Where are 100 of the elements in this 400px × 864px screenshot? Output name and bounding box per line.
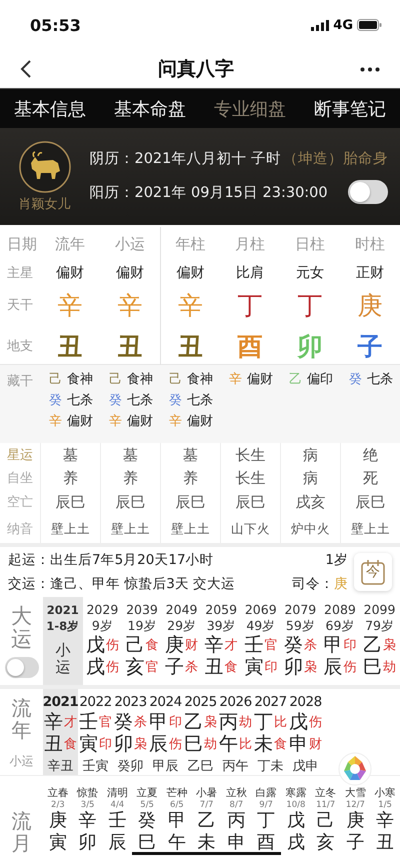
lunar-date: 阴历：2021年八月初十 子时: [89, 150, 281, 168]
branch-char: 辰: [108, 832, 126, 854]
heavenly-stem: 辛: [58, 290, 82, 322]
back-icon[interactable]: [20, 59, 32, 79]
year-column[interactable]: 2021 辛才 丑食 辛丑: [43, 689, 78, 775]
toggle-switch[interactable]: [4, 657, 38, 678]
network-label: 4G: [333, 18, 353, 32]
stem-char: 己: [125, 633, 144, 657]
branch-char: 子: [165, 655, 184, 680]
stem-char: 壬: [108, 810, 126, 832]
tab[interactable]: 专业细盘: [212, 92, 288, 124]
hidden-stem: 辛: [169, 413, 182, 430]
ten-god-mark: 财: [309, 736, 322, 753]
ten-god-label: 七杀: [67, 392, 93, 409]
year-column[interactable]: 2027 丁比 未食 丁未: [253, 689, 288, 775]
period-year: 2059: [205, 602, 238, 618]
ten-god-mark: 伤: [106, 659, 119, 676]
stem-char: 庚: [48, 810, 67, 832]
hidden-stem: 癸: [169, 392, 182, 409]
ten-god-mark: 才: [224, 637, 238, 654]
year-label: 2022: [79, 693, 112, 711]
term-date: 7/7: [200, 800, 214, 810]
year-column[interactable]: 2028 戊伤 申 财 戊申: [288, 689, 323, 775]
clock-time: 05:53: [30, 16, 81, 34]
age-label: 1岁: [325, 551, 348, 569]
nayin-element: 炉中火: [291, 520, 330, 538]
year-column[interactable]: 2022 壬官 寅印 壬寅: [78, 689, 113, 775]
branch-char: 辰: [323, 655, 342, 680]
luck-period[interactable]: 2069 49岁 壬官 寅印: [240, 597, 281, 685]
stem-char: 癸: [138, 810, 156, 832]
term-date: 4/4: [110, 800, 124, 810]
more-icon[interactable]: [360, 66, 380, 72]
luck-period[interactable]: 2021 1-8岁 小运: [43, 597, 83, 685]
ten-god-label: 七杀: [187, 392, 213, 409]
section-label: 流年: [12, 697, 32, 741]
star-fortune: 墓: [123, 446, 138, 464]
year-column[interactable]: 2026 丙劫 午比 丙午: [218, 689, 253, 775]
tab[interactable]: 断事笔记: [312, 92, 388, 124]
year-label: 2025: [184, 693, 217, 711]
minor-luck-label: 小运: [55, 642, 70, 676]
ten-god-mark: 财: [185, 637, 198, 654]
column-heading: 年柱: [176, 234, 206, 254]
branch-char: 申: [227, 832, 246, 854]
heavenly-stem: 丁: [298, 290, 322, 322]
ox-avatar-icon[interactable]: [18, 140, 71, 192]
branch-char: 丑: [44, 732, 63, 757]
ten-god-mark: 官: [145, 659, 158, 676]
luck-period[interactable]: 2099 79岁 乙 枭 巳劫: [360, 597, 400, 685]
tab[interactable]: 基本信息: [12, 92, 88, 124]
row-label: 小运: [10, 753, 34, 770]
ten-god-label: 七杀: [127, 392, 153, 409]
branch-char: 戌: [286, 832, 305, 854]
hidden-stem: 乙: [289, 371, 302, 388]
row-label: 主星: [7, 265, 33, 282]
star-fortune: 长生: [236, 446, 266, 464]
luck-period[interactable]: 2089 69岁 甲 印 辰伤: [320, 597, 360, 685]
year-column[interactable]: 2025 乙 枭 巳劫 乙巳: [183, 689, 218, 775]
ten-god-mark: 劫: [204, 736, 217, 753]
stem-char: 乙: [363, 633, 382, 658]
solar-date: 阳历：2021年 09月15日 23:30:00: [89, 184, 328, 202]
earthly-branch: 丑: [118, 330, 142, 362]
year-column[interactable]: 2024 甲 印 辰伤 甲辰: [148, 689, 183, 775]
earthly-branch: 丑: [178, 330, 203, 362]
void-branches: 辰巳: [56, 492, 86, 512]
luck-period[interactable]: 2039 19岁 己 食 亥官: [122, 597, 162, 685]
year-column[interactable]: 2023 癸杀 卯 枭 癸卯: [113, 689, 148, 775]
luck-period[interactable]: 2059 39岁 辛才 丑食: [201, 597, 241, 685]
avatar-caption: 肖颖女儿: [18, 196, 71, 212]
stem-char: 戊: [86, 633, 105, 657]
solar-term: 惊蛰: [77, 786, 98, 800]
branch-char: 未: [254, 732, 273, 757]
ten-god-mark: 印: [343, 637, 356, 654]
branch-char: 申: [289, 732, 308, 757]
luck-period[interactable]: 2029 9岁 戊伤 戌伤: [82, 597, 122, 685]
today-button[interactable]: 今: [354, 553, 392, 591]
branch-char: 丑: [204, 655, 224, 680]
luck-period[interactable]: 2079 59岁 癸杀 卯 枭: [280, 597, 320, 685]
aperture-icon[interactable]: [338, 752, 372, 786]
stem-char: 乙: [198, 810, 216, 832]
year-label: 2024: [149, 693, 182, 711]
tab[interactable]: 基本命盘: [112, 92, 188, 124]
stem-char: 丙: [219, 710, 238, 734]
period-age: 9岁: [92, 618, 113, 634]
minor-luck-pillar: 甲辰: [152, 758, 178, 775]
period-year: 2079: [284, 602, 316, 618]
stem-char: 甲: [323, 633, 342, 658]
period-age: 69岁: [326, 618, 354, 634]
ten-god-label: 偏财: [67, 413, 93, 430]
self-seat: 长生: [236, 468, 266, 488]
signal-icon: [311, 20, 330, 30]
void-branches: 辰巳: [116, 492, 146, 512]
nayin-element: 壁上土: [351, 520, 390, 538]
luck-period[interactable]: 2049 29岁 庚财 子杀: [162, 597, 202, 685]
stem-char: 辛: [44, 710, 63, 735]
hidden-stem: 辛: [49, 413, 62, 430]
hidden-stem: 辛: [229, 371, 242, 388]
calendar-icon: [361, 559, 385, 585]
ten-god-mark: 伤: [309, 714, 322, 731]
nayin-element: 壁上土: [171, 520, 210, 538]
toggle-switch[interactable]: [348, 180, 388, 204]
